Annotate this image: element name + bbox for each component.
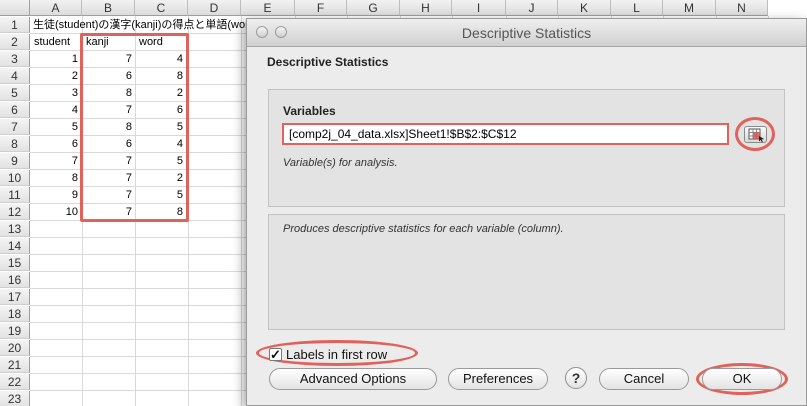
labels-checkbox-highlight: ✓ Labels in first row	[256, 340, 418, 366]
row-header-23[interactable]: 23	[0, 391, 30, 406]
dialog-window-title: Descriptive Statistics	[461, 25, 592, 41]
range-picker-button[interactable]	[744, 126, 767, 143]
column-header-j[interactable]: J	[506, 0, 558, 16]
labels-in-first-row-checkbox[interactable]: ✓	[269, 348, 282, 361]
data-range-highlight	[80, 33, 189, 222]
variables-label: Variables	[283, 104, 336, 118]
variables-input[interactable]	[282, 123, 729, 145]
range-select-icon	[748, 128, 764, 142]
row-header-13[interactable]: 13	[0, 221, 30, 237]
descriptive-statistics-dialog: Descriptive Statistics Descriptive Stati…	[246, 18, 807, 406]
cancel-button[interactable]: Cancel	[599, 368, 689, 390]
column-header-n[interactable]: N	[716, 0, 768, 16]
description-group: Produces descriptive statistics for each…	[268, 214, 785, 330]
cell-a4[interactable]: 2	[31, 68, 81, 84]
row-header-16[interactable]: 16	[0, 272, 30, 288]
description-text: Produces descriptive statistics for each…	[283, 223, 564, 235]
column-header-g[interactable]: G	[347, 0, 400, 16]
row-header-2[interactable]: 2	[0, 34, 30, 50]
row-header-4[interactable]: 4	[0, 68, 30, 84]
column-header-f[interactable]: F	[295, 0, 347, 16]
column-header-d[interactable]: D	[188, 0, 241, 16]
cell-a12[interactable]: 10	[31, 204, 81, 220]
row-header-15[interactable]: 15	[0, 255, 30, 271]
cell-a10[interactable]: 8	[31, 170, 81, 186]
column-header-i[interactable]: I	[452, 0, 506, 16]
row-header-22[interactable]: 22	[0, 374, 30, 390]
row-header-20[interactable]: 20	[0, 340, 30, 356]
row-header-5[interactable]: 5	[0, 85, 30, 101]
row-header-17[interactable]: 17	[0, 289, 30, 305]
column-header-l[interactable]: L	[611, 0, 663, 16]
variables-hint: Variable(s) for analysis.	[283, 157, 398, 169]
cell-a7[interactable]: 5	[31, 119, 81, 135]
row-header-9[interactable]: 9	[0, 153, 30, 169]
row-header-7[interactable]: 7	[0, 119, 30, 135]
screen: ABCDEFGHIJKLMN 1 2 3 4 5 6 7 8 9 10 11 12 13 14 15 16 17…	[0, 0, 807, 406]
column-header-m[interactable]: M	[663, 0, 716, 16]
sheet-corner[interactable]	[0, 0, 30, 16]
dialog-titlebar[interactable]: Descriptive Statistics	[247, 19, 806, 47]
column-header-c[interactable]: C	[135, 0, 188, 16]
row-header-21[interactable]: 21	[0, 357, 30, 373]
cell-a8[interactable]: 6	[31, 136, 81, 152]
column-header-b[interactable]: B	[82, 0, 135, 16]
variables-group: Variables Variable(s) for analysis.	[268, 89, 785, 207]
row-header-14[interactable]: 14	[0, 238, 30, 254]
row-header-10[interactable]: 10	[0, 170, 30, 186]
column-header-h[interactable]: H	[400, 0, 452, 16]
ok-button[interactable]: OK	[702, 368, 782, 390]
cell-a9[interactable]: 7	[31, 153, 81, 169]
cell-a2-header[interactable]: student	[31, 34, 81, 50]
column-header-a[interactable]: A	[30, 0, 82, 16]
dialog-heading: Descriptive Statistics	[267, 55, 389, 69]
help-button[interactable]: ?	[565, 367, 587, 389]
row-header-3[interactable]: 3	[0, 51, 30, 67]
labels-in-first-row-label[interactable]: Labels in first row	[286, 347, 387, 362]
row-header-8[interactable]: 8	[0, 136, 30, 152]
advanced-options-button[interactable]: Advanced Options	[269, 368, 437, 390]
column-header-e[interactable]: E	[241, 0, 295, 16]
row-header-1[interactable]: 1	[0, 17, 30, 33]
preferences-button[interactable]: Preferences	[448, 368, 548, 390]
grid-column-line	[241, 16, 242, 406]
cell-a5[interactable]: 3	[31, 85, 81, 101]
row-header-12[interactable]: 12	[0, 204, 30, 220]
cell-a11[interactable]: 9	[31, 187, 81, 203]
row-header-19[interactable]: 19	[0, 323, 30, 339]
range-picker-highlight	[735, 117, 775, 151]
row-header-18[interactable]: 18	[0, 306, 30, 322]
column-header-k[interactable]: K	[558, 0, 611, 16]
row-header-6[interactable]: 6	[0, 102, 30, 118]
cell-a3[interactable]: 1	[31, 51, 81, 67]
cell-a6[interactable]: 4	[31, 102, 81, 118]
row-header-11[interactable]: 11	[0, 187, 30, 203]
